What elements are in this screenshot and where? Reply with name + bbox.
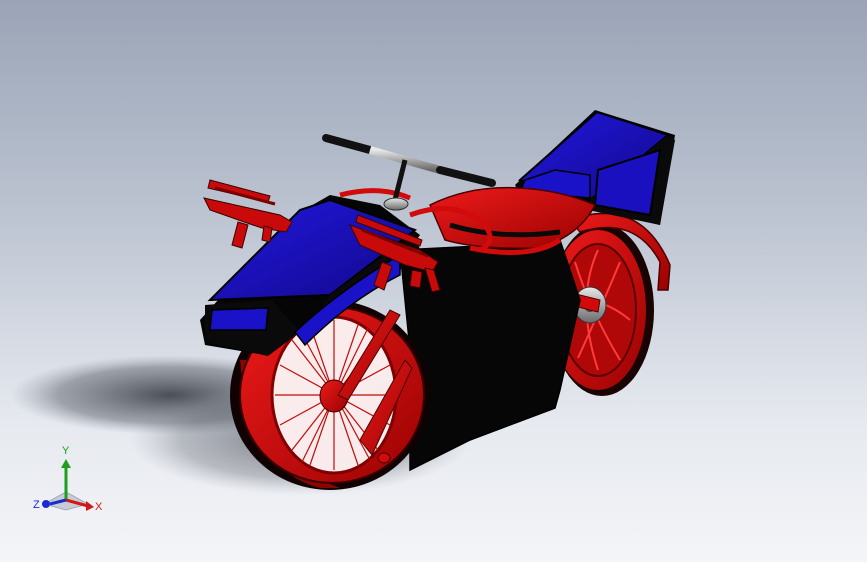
z-axis-label: Z (33, 499, 40, 511)
z-axis-tip (42, 500, 50, 508)
3d-viewport[interactable] (0, 0, 867, 562)
axis-triad: Y X Z (33, 445, 103, 513)
y-axis-arrow (61, 459, 71, 468)
y-axis-label: Y (62, 445, 70, 457)
motorcycle-model[interactable] (200, 110, 675, 490)
x-axis-arrow (86, 501, 94, 511)
x-axis-label: X (95, 501, 103, 513)
seat (429, 186, 597, 250)
